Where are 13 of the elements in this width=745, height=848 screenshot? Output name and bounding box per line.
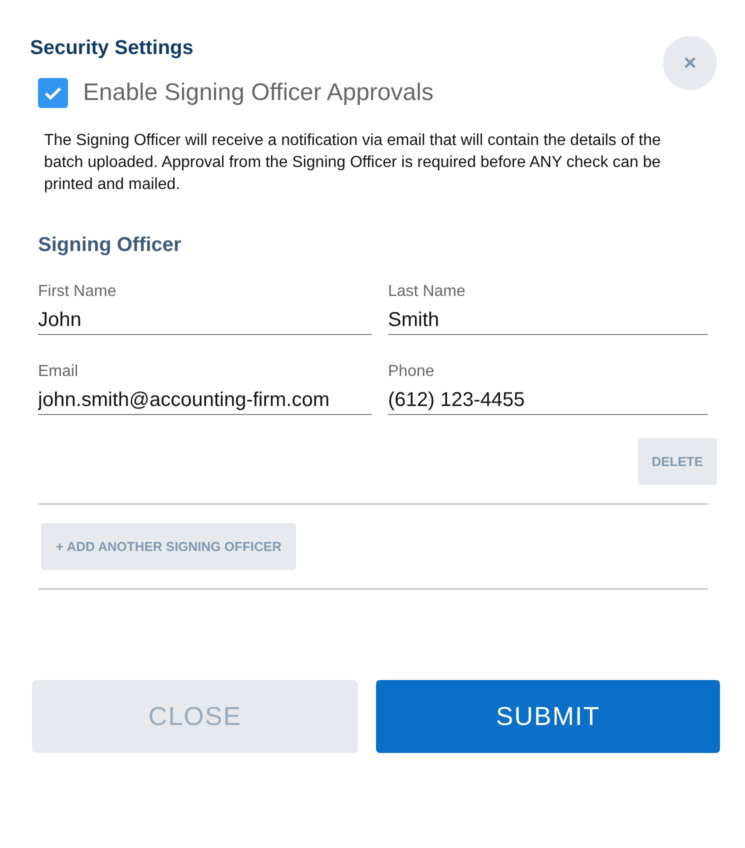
description: The Signing Officer will receive a notification via email that will contain the details of the batch uploaded. Approval from the Signing Officer is required before ANY check can be printed and mailed. xyxy=(44,131,662,195)
input-field[interactable]: John xyxy=(38,309,372,335)
submit-button[interactable]: SUBMIT xyxy=(376,680,720,753)
checkbox-label: Enable Signing Officer Approvals xyxy=(83,79,434,107)
field-label: Phone xyxy=(388,363,436,381)
dialog-title: Security Settings xyxy=(30,37,194,61)
field-label: Last Name xyxy=(388,283,466,301)
field-label: Email xyxy=(38,363,80,381)
section-title: Signing Officer xyxy=(38,234,182,257)
input-field[interactable]: (612) 123-4455 xyxy=(388,389,708,415)
checkbox[interactable] xyxy=(38,78,68,108)
field-label: First Name xyxy=(38,283,118,301)
input-field[interactable]: Smith xyxy=(388,309,708,335)
